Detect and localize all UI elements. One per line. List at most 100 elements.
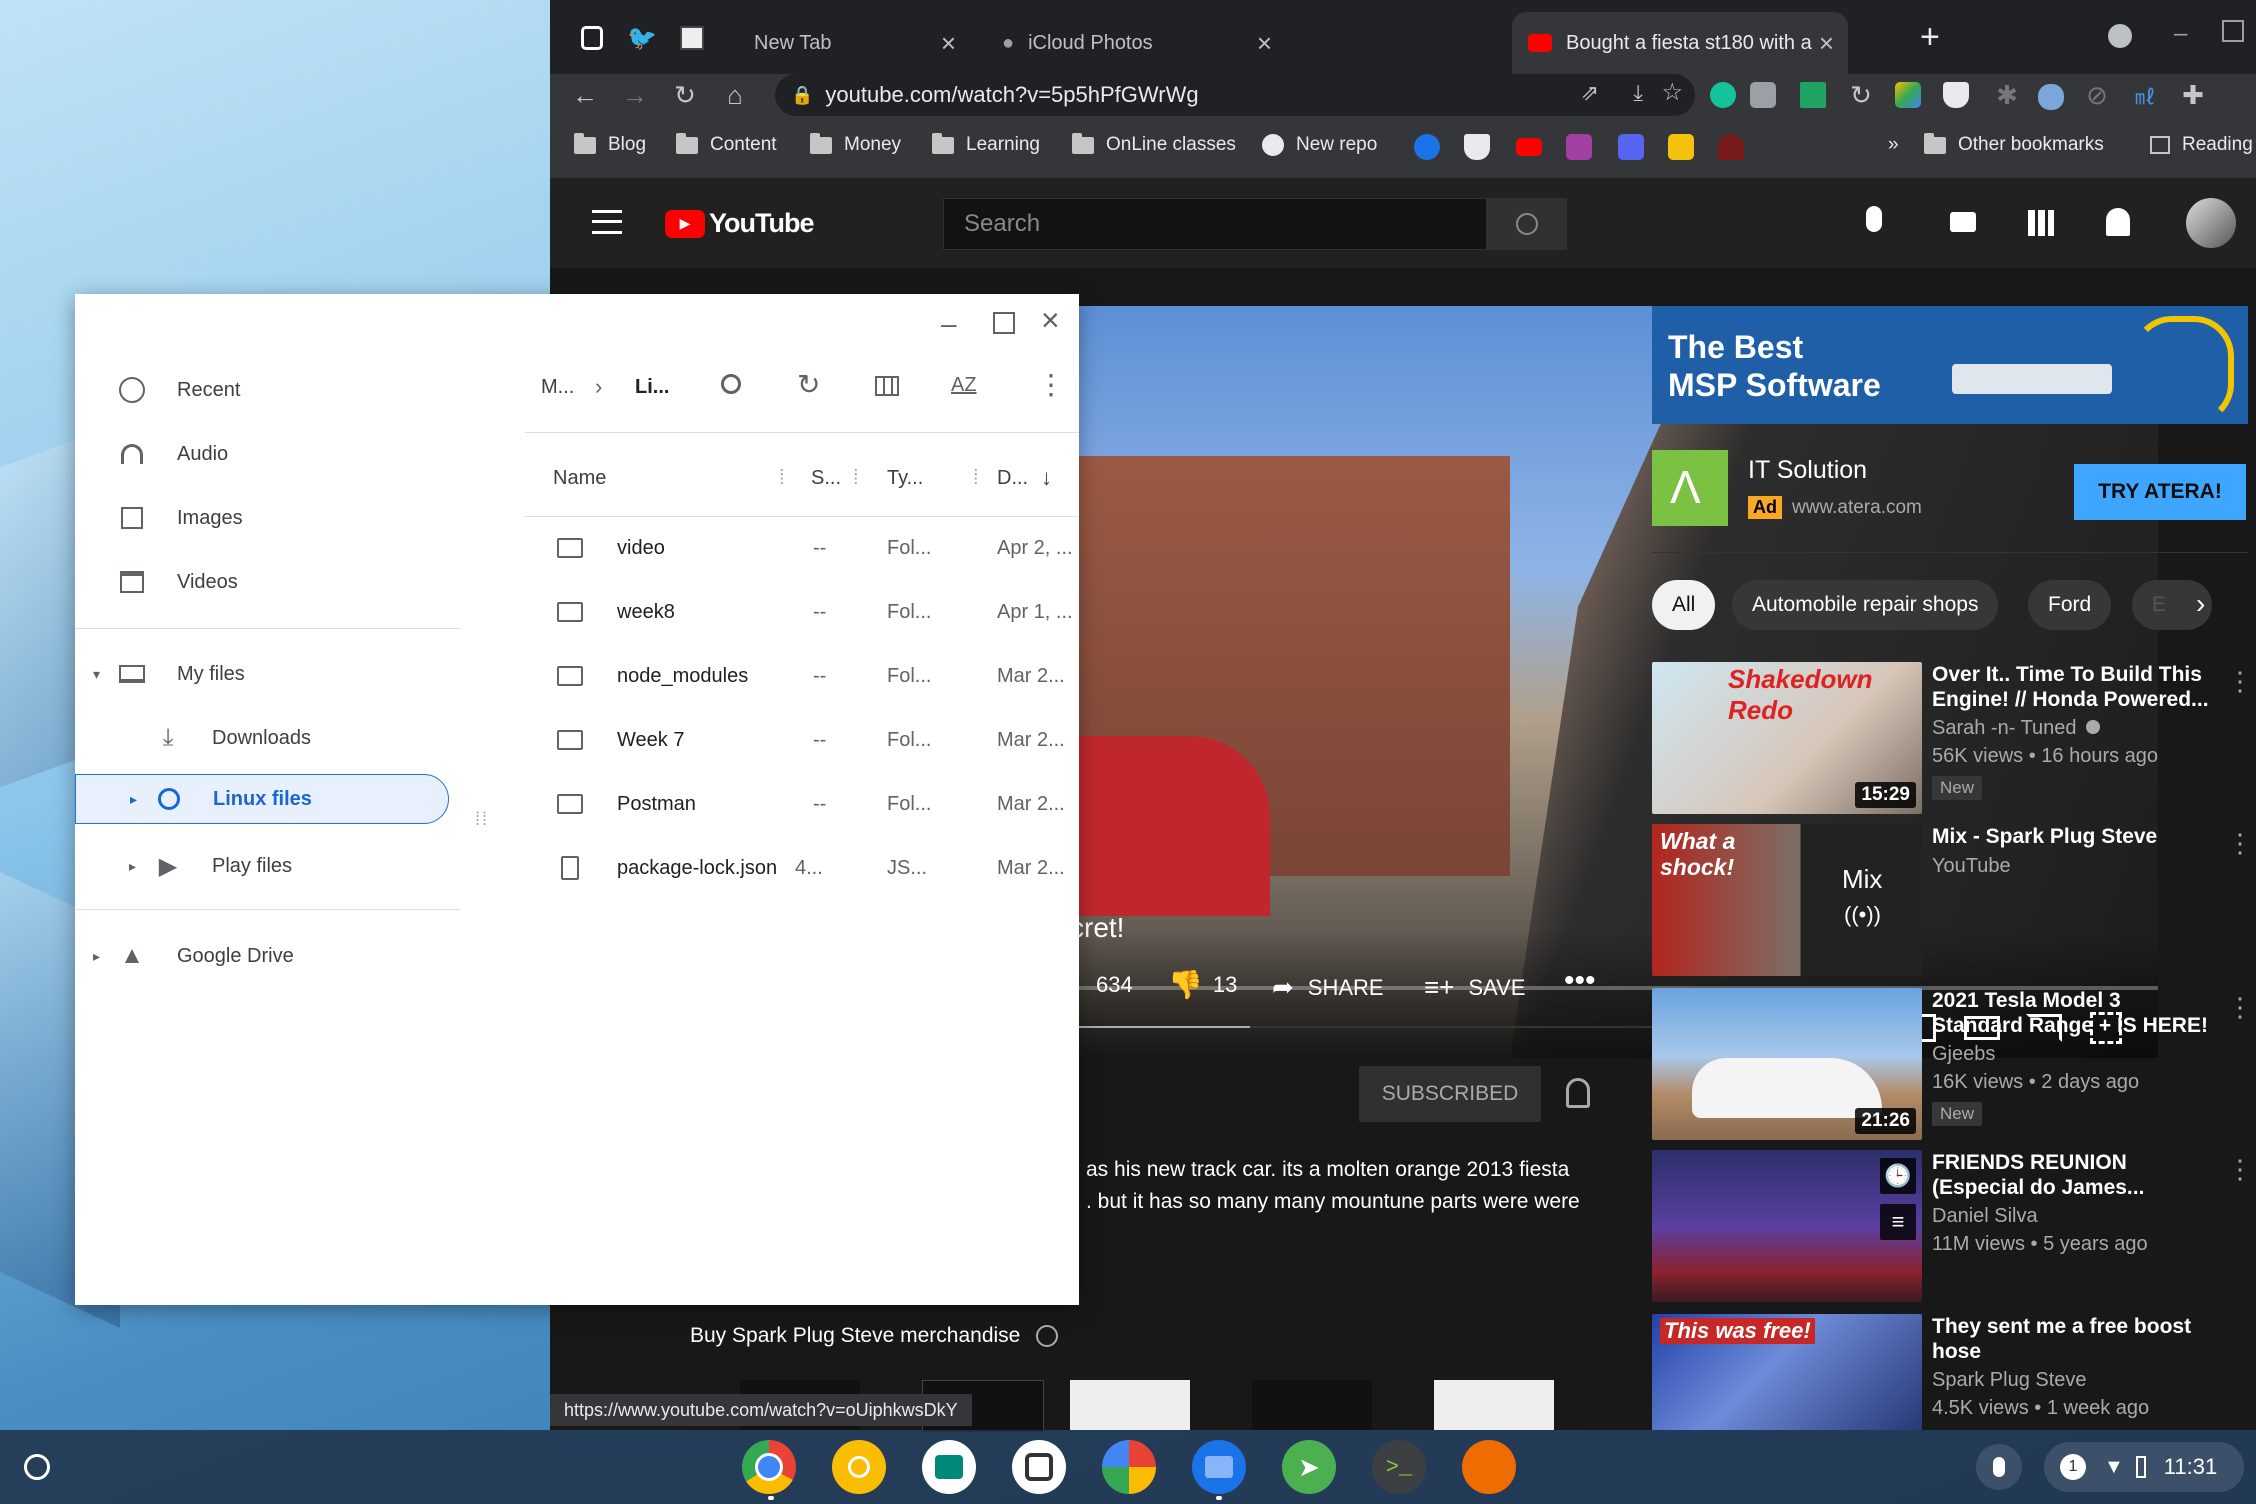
add-to-queue-icon[interactable]: ≡ bbox=[1880, 1204, 1916, 1240]
bookmark-learning[interactable]: Learning bbox=[932, 132, 1040, 156]
file-row[interactable]: Postman -- Fol... Mar 2... bbox=[525, 772, 1079, 836]
refresh-icon[interactable]: ↻ bbox=[797, 368, 820, 401]
share-button[interactable]: ➦ SHARE bbox=[1272, 972, 1384, 1003]
watch-later-icon[interactable]: 🕒 bbox=[1880, 1158, 1916, 1194]
minimize-window-icon[interactable]: – bbox=[2174, 20, 2187, 48]
notification-bell-icon[interactable] bbox=[1566, 1078, 1590, 1108]
search-input[interactable]: Search bbox=[943, 198, 1487, 250]
photos-icon[interactable] bbox=[1102, 1440, 1156, 1494]
pinned-tab-doc[interactable] bbox=[672, 18, 712, 58]
search-button[interactable] bbox=[1487, 198, 1567, 250]
merch-item[interactable] bbox=[1252, 1380, 1372, 1430]
bookmark-blog[interactable]: Blog bbox=[574, 132, 646, 156]
nav-images[interactable]: Images bbox=[75, 486, 475, 550]
subscribed-button[interactable]: SUBSCRIBED bbox=[1359, 1066, 1541, 1122]
ad-banner[interactable]: The Best MSP Software bbox=[1652, 306, 2248, 424]
close-tab-icon[interactable]: × bbox=[941, 28, 956, 59]
chrome-icon[interactable] bbox=[742, 1440, 796, 1494]
drive-extension-icon[interactable] bbox=[1895, 82, 1921, 108]
bookmark-new-repo[interactable]: New repo bbox=[1262, 134, 1377, 156]
address-bar[interactable]: 🔒 youtube.com/watch?v=5p5hPfGWrWg ⇗ ⤓ ☆ bbox=[775, 74, 1695, 116]
search-icon[interactable] bbox=[721, 374, 741, 394]
close-tab-icon[interactable]: × bbox=[1819, 28, 1834, 59]
home-icon[interactable]: ⌂ bbox=[718, 78, 752, 112]
more-options-icon[interactable]: ⋮ bbox=[1037, 368, 1065, 401]
reload-icon[interactable]: ↻ bbox=[668, 78, 702, 112]
open-in-app-icon[interactable]: ⇗ bbox=[1581, 80, 1599, 106]
more-options-icon[interactable]: ⋮ bbox=[2227, 1154, 2253, 1185]
dislike-button[interactable]: 👎 13 bbox=[1168, 968, 1237, 1001]
maximize-window-icon[interactable] bbox=[993, 312, 1015, 334]
blocked-extension-icon[interactable]: ⊘ bbox=[2080, 78, 2114, 112]
other-app-icon[interactable] bbox=[1462, 1440, 1516, 1494]
create-video-icon[interactable] bbox=[1950, 212, 1976, 232]
tab-youtube-active[interactable]: Bought a fiesta st180 with a hidd × bbox=[1512, 12, 1848, 74]
like-button[interactable]: 634 bbox=[1070, 972, 1133, 998]
breadcrumb-current[interactable]: Li... bbox=[635, 376, 669, 399]
tab-new-tab[interactable]: New Tab × bbox=[740, 12, 970, 74]
recommendation-item[interactable]: 21:26 2021 Tesla Model 3 Standard Range … bbox=[1652, 988, 2253, 1140]
close-tab-icon[interactable]: × bbox=[1257, 28, 1272, 59]
chip-automobile-repair[interactable]: Automobile repair shops bbox=[1732, 580, 1999, 630]
more-options-icon[interactable]: ⋮ bbox=[2227, 666, 2253, 697]
nav-downloads[interactable]: ⤓ Downloads bbox=[75, 706, 475, 770]
bookmark-star-icon[interactable]: ☆ bbox=[1661, 78, 1683, 107]
back-icon[interactable]: ← bbox=[568, 78, 602, 112]
more-options-icon[interactable]: ⋮ bbox=[2227, 992, 2253, 1023]
save-button[interactable]: ≡+ SAVE bbox=[1424, 972, 1525, 1003]
bookmark-favicon-icon[interactable] bbox=[1718, 134, 1744, 160]
bookmark-money[interactable]: Money bbox=[810, 132, 901, 156]
sort-button[interactable]: AZ bbox=[951, 374, 977, 397]
ad-cta-button[interactable]: TRY ATERA! bbox=[2074, 464, 2246, 520]
sheets-extension-icon[interactable] bbox=[1800, 82, 1826, 108]
extension-icon[interactable] bbox=[1750, 82, 1776, 108]
nav-audio[interactable]: Audio bbox=[75, 422, 475, 486]
grammarly-extension-icon[interactable] bbox=[1710, 82, 1736, 108]
bookmark-favicon-icon[interactable] bbox=[1668, 134, 1694, 160]
shield-extension-icon[interactable] bbox=[1943, 82, 1969, 108]
avatar[interactable] bbox=[2186, 198, 2236, 248]
column-header-size[interactable]: S... bbox=[811, 467, 841, 490]
camera-icon[interactable] bbox=[1012, 1440, 1066, 1494]
tab-icloud[interactable]: ● iCloud Photos × bbox=[988, 12, 1286, 74]
chip-ford[interactable]: Ford bbox=[2028, 580, 2112, 630]
bookmark-online-classes[interactable]: OnLine classes bbox=[1072, 132, 1236, 156]
column-resize-handle[interactable]: ⁞ bbox=[973, 467, 979, 490]
new-tab-button[interactable]: + bbox=[1920, 18, 1940, 57]
files-icon[interactable] bbox=[1192, 1440, 1246, 1494]
send-icon[interactable]: ➤ bbox=[1282, 1440, 1336, 1494]
nav-google-drive[interactable]: ▸ ▲ Google Drive bbox=[75, 924, 475, 988]
breadcrumb-parent[interactable]: M... bbox=[541, 376, 574, 399]
puzzle-extensions-icon[interactable]: ✚ bbox=[2176, 78, 2210, 112]
more-bookmarks-button[interactable]: » bbox=[1888, 134, 1899, 156]
recommendation-item[interactable]: What a shock! Mix ((•)) Mix - Spark Plug… bbox=[1652, 824, 2253, 976]
column-resize-handle[interactable]: ⁞ bbox=[853, 467, 859, 490]
terminal-icon[interactable]: >_ bbox=[1372, 1440, 1426, 1494]
refresh-extension-icon[interactable]: ↻ bbox=[1844, 78, 1878, 112]
keep-icon[interactable] bbox=[832, 1440, 886, 1494]
ad-logo[interactable]: Λ bbox=[1652, 450, 1728, 526]
cloud-extension-icon[interactable] bbox=[2038, 84, 2064, 110]
column-header-name[interactable]: Name bbox=[553, 467, 606, 490]
apps-grid-icon[interactable] bbox=[2028, 210, 2054, 236]
recommendation-item[interactable]: This was free! They sent me a free boost… bbox=[1652, 1314, 2212, 1430]
launcher-icon[interactable] bbox=[24, 1454, 50, 1480]
maximize-window-icon[interactable] bbox=[2222, 20, 2244, 42]
column-header-type[interactable]: Ty... bbox=[887, 467, 923, 490]
minimize-window-icon[interactable]: – bbox=[941, 308, 957, 340]
merch-item[interactable] bbox=[1070, 1380, 1190, 1430]
bookmark-slack-icon[interactable] bbox=[1566, 134, 1592, 160]
tab-search-icon[interactable] bbox=[2108, 24, 2132, 48]
expand-arrow-icon[interactable]: ▾ bbox=[93, 666, 100, 683]
menu-icon[interactable] bbox=[592, 210, 622, 234]
microphone-icon[interactable] bbox=[1866, 206, 1882, 232]
sidebar-resize-handle[interactable]: ⁞⁞ bbox=[475, 810, 489, 828]
pinned-tab-twitter[interactable]: 🐦 bbox=[622, 18, 662, 58]
collapse-arrow-icon[interactable]: ▸ bbox=[129, 858, 136, 875]
close-window-icon[interactable]: × bbox=[1041, 302, 1060, 339]
meet-icon[interactable] bbox=[922, 1440, 976, 1494]
column-header-date[interactable]: D... bbox=[997, 467, 1028, 490]
collapse-arrow-icon[interactable]: ▸ bbox=[93, 948, 100, 965]
bug-extension-icon[interactable]: ✱ bbox=[1990, 78, 2024, 112]
chip-all[interactable]: All bbox=[1652, 580, 1716, 630]
